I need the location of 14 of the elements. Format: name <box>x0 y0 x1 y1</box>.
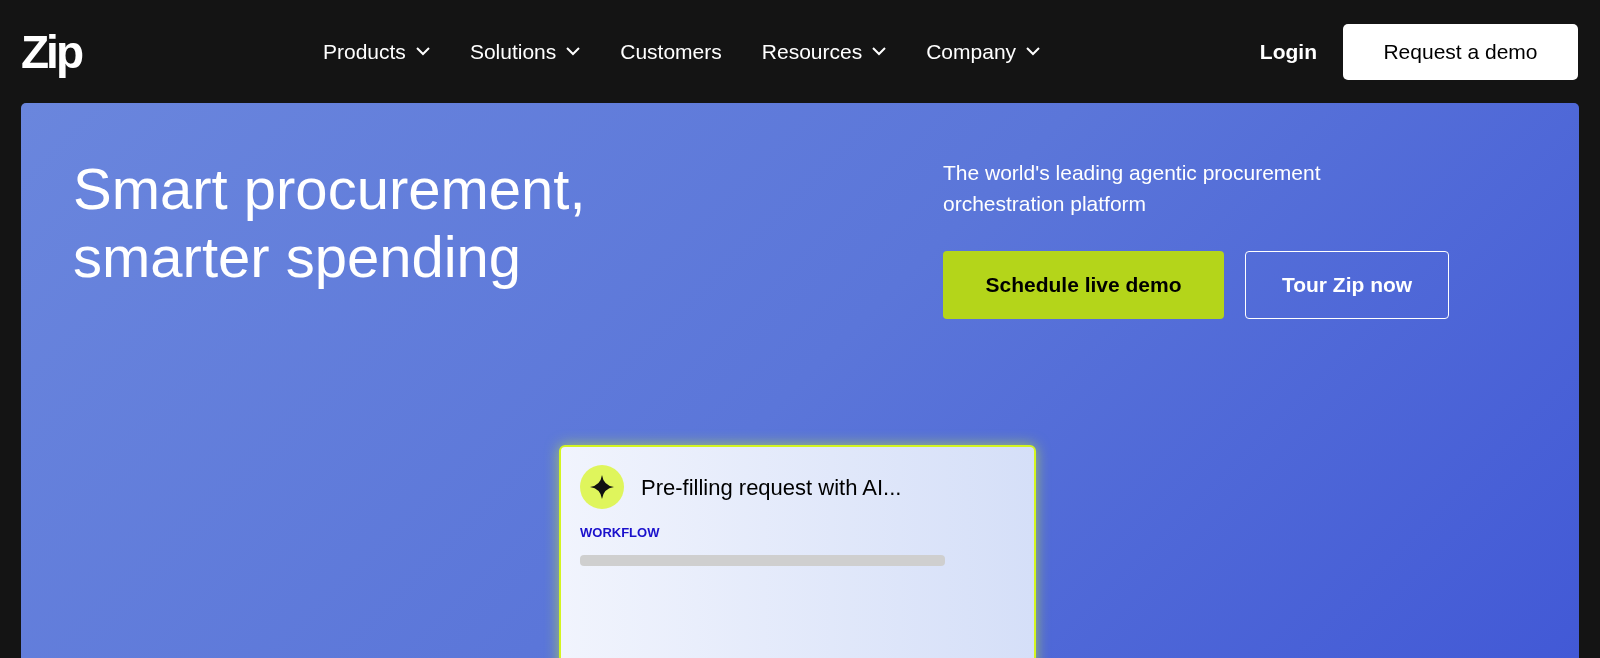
sparkle-icon <box>580 465 624 509</box>
schedule-demo-button[interactable]: Schedule live demo <box>943 251 1224 319</box>
nav-link[interactable]: Solutions <box>469 35 581 68</box>
nav-link[interactable]: Company <box>926 35 1041 68</box>
login-link[interactable]: Login <box>1259 35 1317 68</box>
hero-subtitle: The world's leading agentic procurement orchestration platform <box>943 160 1322 217</box>
tour-button[interactable]: Tour Zip now <box>1245 251 1449 319</box>
nav-link[interactable]: Resources <box>761 35 887 68</box>
request-demo-button[interactable]: Request a demo <box>1343 23 1578 80</box>
nav-link[interactable]: Products <box>323 35 430 68</box>
workflow-tag: WORKFLOW <box>580 523 1015 543</box>
hero-headline: Smart procurement, smarter spending <box>73 155 587 291</box>
card-title: Pre-filling request with AI... <box>641 473 902 502</box>
nav-link[interactable]: Customers <box>620 35 722 68</box>
